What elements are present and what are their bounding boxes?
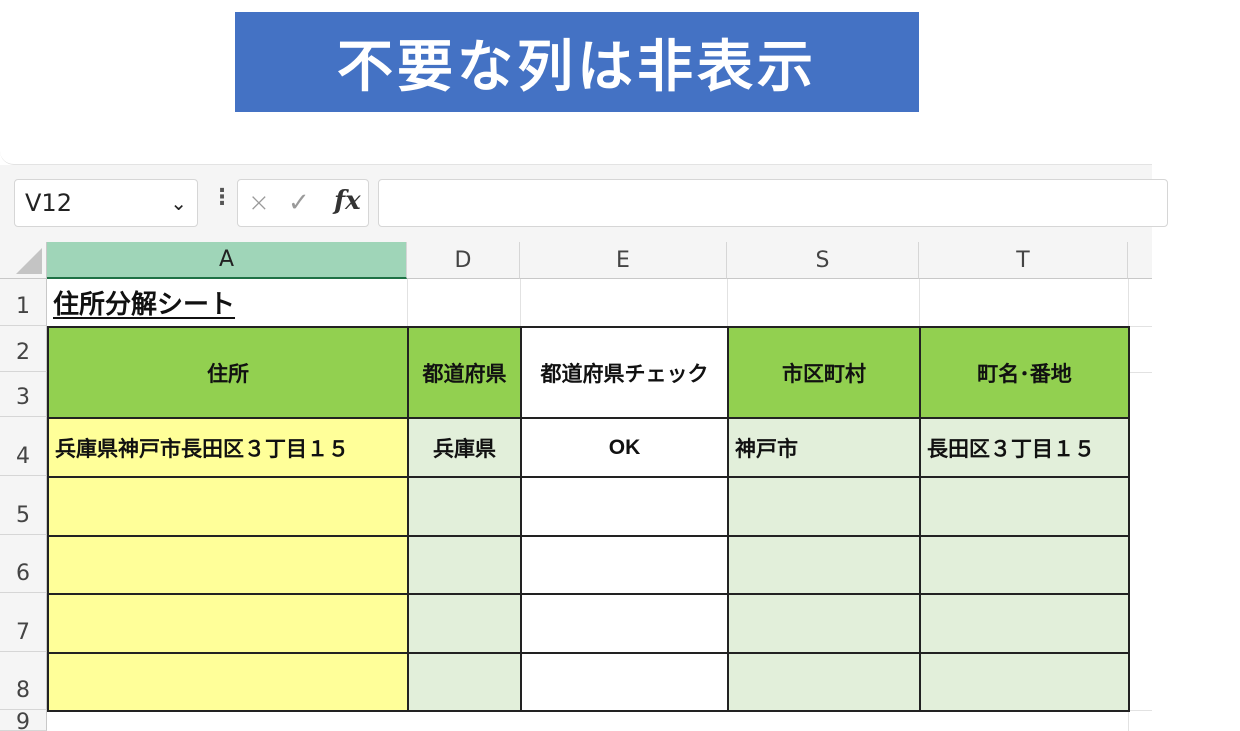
row-header-4[interactable]: 4 <box>0 417 47 476</box>
formula-controls: × ✓ fx <box>237 179 369 227</box>
cell-empty[interactable] <box>727 535 921 595</box>
column-header-e[interactable]: E <box>520 242 727 279</box>
cell-empty[interactable] <box>47 535 409 595</box>
cell-town[interactable]: 長田区３丁目１５ <box>919 417 1130 478</box>
cell-empty[interactable] <box>47 652 409 712</box>
cell-city[interactable]: 神戸市 <box>727 417 921 478</box>
column-label: E <box>616 247 630 273</box>
column-label: S <box>815 247 830 273</box>
cell-empty[interactable] <box>520 593 729 654</box>
row-header-2[interactable]: 2 <box>0 326 47 372</box>
cell-empty[interactable] <box>919 535 1130 595</box>
row-label: 4 <box>16 444 30 469</box>
cell-prefecture[interactable]: 兵庫県 <box>407 417 522 478</box>
cell-empty[interactable] <box>520 652 729 712</box>
row-label: 8 <box>16 678 30 703</box>
more-options-icon[interactable]: ⋮ <box>211 187 233 209</box>
row-header-5[interactable]: 5 <box>0 476 47 535</box>
row-header-7[interactable]: 7 <box>0 593 47 652</box>
banner-title: 不要な列は非表示 <box>337 34 817 100</box>
row-label: 2 <box>16 340 30 365</box>
insert-function-icon[interactable]: fx <box>334 186 361 216</box>
row-label: 6 <box>16 561 30 586</box>
name-box-value: V12 <box>25 189 72 217</box>
cell-empty[interactable] <box>47 593 409 654</box>
column-label: T <box>1016 247 1030 273</box>
gridline <box>727 279 728 326</box>
select-all-corner[interactable] <box>0 242 47 279</box>
row-header-3[interactable]: 3 <box>0 372 47 417</box>
name-box[interactable]: V12 ⌄ <box>14 179 198 227</box>
formula-bar: V12 ⌄ ⋮ × ✓ fx <box>0 165 1168 242</box>
confirm-icon[interactable]: ✓ <box>288 188 310 218</box>
chevron-down-icon[interactable]: ⌄ <box>170 191 187 215</box>
formula-input[interactable] <box>378 179 1168 227</box>
row-header-6[interactable]: 6 <box>0 535 47 593</box>
row-header-8[interactable]: 8 <box>0 652 47 710</box>
column-header-s[interactable]: S <box>727 242 919 279</box>
cell-empty[interactable] <box>520 535 729 595</box>
gridline <box>919 279 920 326</box>
column-label: D <box>454 247 472 273</box>
cell-address[interactable]: 兵庫県神戸市長田区３丁目１５ <box>47 417 409 478</box>
cell-empty[interactable] <box>407 652 522 712</box>
sheet-title[interactable]: 住所分解シート <box>47 279 407 326</box>
cell-empty[interactable] <box>520 476 729 537</box>
column-header-next[interactable] <box>1128 242 1152 279</box>
row-label: 1 <box>16 294 30 319</box>
gridline <box>407 279 408 326</box>
header-address[interactable]: 住所 <box>47 326 409 419</box>
column-label: A <box>218 247 235 272</box>
row-label: 3 <box>16 385 30 410</box>
row-header-1[interactable]: 1 <box>0 279 47 326</box>
cell-empty[interactable] <box>727 476 921 537</box>
cell-empty[interactable] <box>407 593 522 654</box>
header-prefecture[interactable]: 都道府県 <box>407 326 522 419</box>
column-header-a[interactable]: A <box>47 242 407 279</box>
cell-empty[interactable] <box>919 652 1130 712</box>
cell-empty[interactable] <box>919 476 1130 537</box>
cancel-icon[interactable]: × <box>248 188 270 218</box>
header-prefecture-check[interactable]: 都道府県チェック <box>520 326 729 419</box>
title-banner: 不要な列は非表示 <box>235 12 919 112</box>
cell-empty[interactable] <box>407 476 522 537</box>
row-label: 5 <box>16 503 30 528</box>
row-label: 9 <box>16 710 30 731</box>
cell-empty[interactable] <box>727 652 921 712</box>
cell-empty[interactable] <box>919 593 1130 654</box>
cell-empty[interactable] <box>727 593 921 654</box>
column-header-d[interactable]: D <box>407 242 520 279</box>
ribbon-bottom-edge <box>0 150 1152 165</box>
cell-prefecture-check[interactable]: OK <box>520 417 729 478</box>
row-header-9[interactable]: 9 <box>0 710 47 731</box>
cell-empty[interactable] <box>407 535 522 595</box>
gridline <box>520 279 521 326</box>
cell-empty[interactable] <box>47 476 409 537</box>
row-label: 7 <box>16 620 30 645</box>
column-header-t[interactable]: T <box>919 242 1128 279</box>
header-city[interactable]: 市区町村 <box>727 326 921 419</box>
header-town[interactable]: 町名･番地 <box>919 326 1130 419</box>
